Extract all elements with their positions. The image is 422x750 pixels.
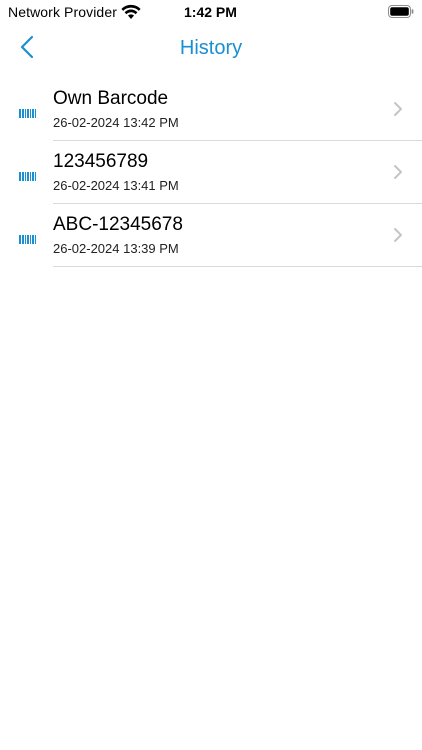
page-title: History: [179, 37, 243, 59]
chevron-right-icon: [393, 227, 403, 243]
history-item[interactable]: ABC-12345678 26-02-2024 13:39 PM: [0, 204, 422, 267]
battery-icon: [388, 5, 414, 18]
navigation-bar: History: [0, 28, 422, 72]
history-item[interactable]: 123456789 26-02-2024 13:41 PM: [0, 141, 422, 204]
barcode-icon: [19, 168, 36, 181]
history-screen: Network Provider 1:42 PM History Own Bar…: [0, 0, 422, 750]
divider: [53, 266, 422, 267]
barcode-icon: [19, 105, 36, 118]
history-item-title: 123456789: [53, 151, 149, 172]
chevron-right-icon: [393, 164, 403, 180]
status-bar: Network Provider 1:42 PM: [0, 0, 422, 26]
history-item-date: 26-02-2024 13:42 PM: [53, 115, 179, 130]
carrier-name: Network Provider: [8, 4, 117, 20]
wifi-icon: [121, 4, 141, 20]
history-item-title: Own Barcode: [53, 88, 169, 109]
status-time: 1:42 PM: [184, 4, 237, 20]
history-item-date: 26-02-2024 13:39 PM: [53, 241, 179, 256]
history-list: Own Barcode 26-02-2024 13:42 PM 12345678…: [0, 78, 422, 267]
history-item[interactable]: Own Barcode 26-02-2024 13:42 PM: [0, 78, 422, 141]
history-item-date: 26-02-2024 13:41 PM: [53, 178, 179, 193]
chevron-right-icon: [393, 101, 403, 117]
barcode-icon: [19, 231, 36, 244]
history-item-title: ABC-12345678: [53, 214, 183, 235]
